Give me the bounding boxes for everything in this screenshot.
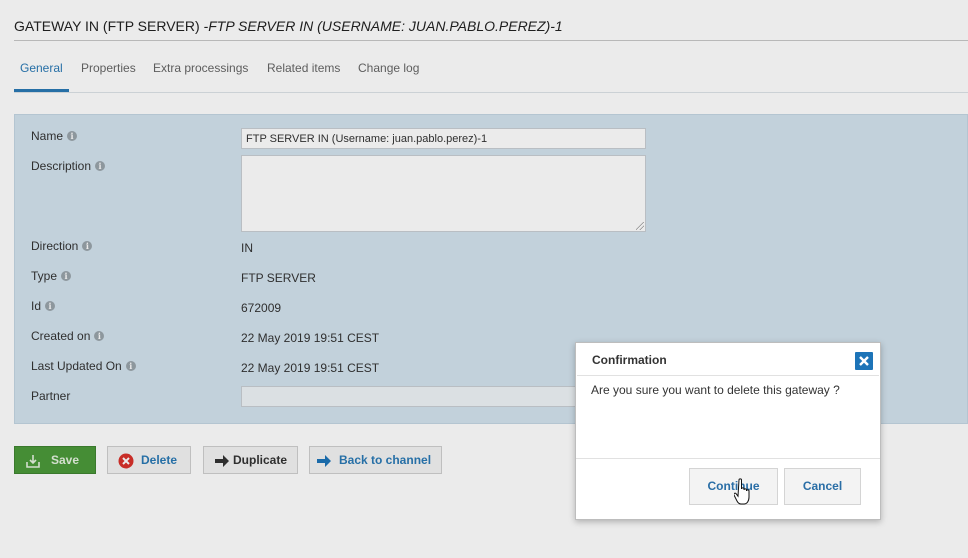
confirmation-dialog: Confirmation Are you sure you want to de… (575, 342, 881, 520)
gateway-page: GATEWAY IN (FTP SERVER) -FTP SERVER IN (… (0, 0, 968, 558)
dialog-header: Confirmation (577, 344, 879, 376)
dialog-divider (576, 458, 880, 459)
close-icon (859, 356, 869, 366)
hand-cursor-icon (734, 478, 750, 505)
dialog-title: Confirmation (592, 353, 667, 367)
close-button[interactable] (855, 352, 873, 370)
cancel-button[interactable]: Cancel (784, 468, 861, 505)
dialog-message: Are you sure you want to delete this gat… (591, 383, 840, 397)
